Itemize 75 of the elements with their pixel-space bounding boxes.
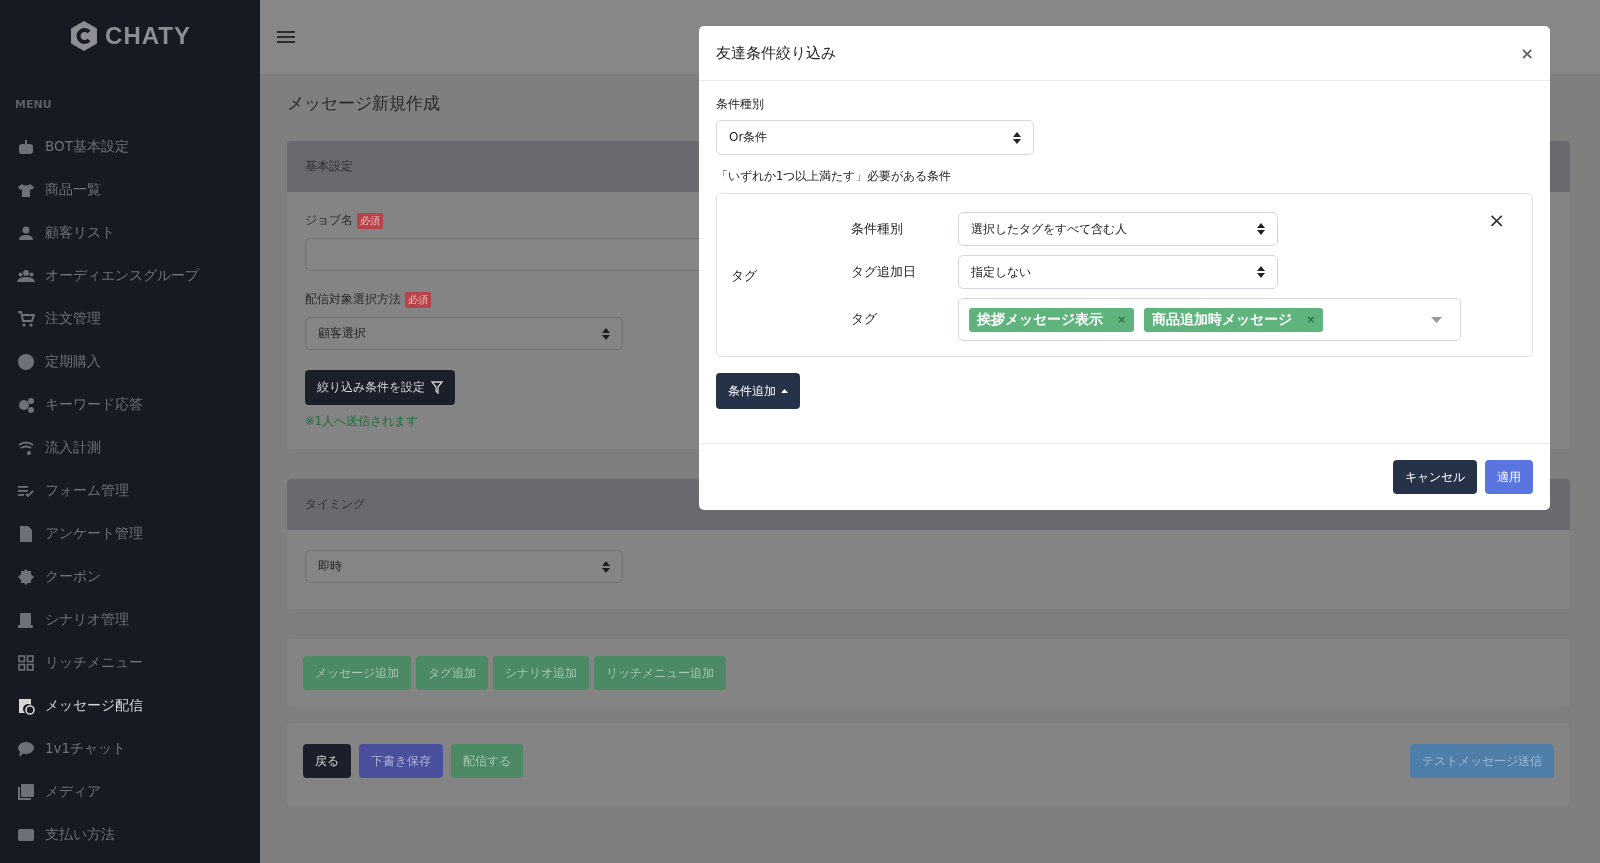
remove-condition-button[interactable]: × xyxy=(1488,210,1505,230)
sidebar-item[interactable]: 1v1チャット xyxy=(0,727,260,770)
caret-icon xyxy=(781,389,788,393)
required-badge: 必須 xyxy=(405,291,431,308)
logo-text: CHATY xyxy=(105,22,191,50)
sidebar-item[interactable]: 顧客リスト xyxy=(0,211,260,254)
condition-description: 「いずれか1つ以上満たす」必要がある条件 xyxy=(716,169,953,184)
sidebar-item[interactable]: メッセージ配信 xyxy=(0,684,260,727)
apply-button[interactable]: 適用 xyxy=(1485,460,1533,494)
test-send-button[interactable]: テストメッセージ送信 xyxy=(1410,744,1554,778)
action-button[interactable]: 配信する xyxy=(451,744,523,778)
condition-category: タグ xyxy=(731,268,758,285)
filter-button[interactable]: 絞り込み条件を設定 xyxy=(305,370,455,405)
condition-type-select[interactable]: Or条件 xyxy=(716,120,1034,155)
sidebar-item[interactable]: フォーム管理 xyxy=(0,469,260,512)
images-icon xyxy=(17,782,35,801)
add-button[interactable]: シナリオ追加 xyxy=(493,656,589,690)
sidebar-item[interactable]: 注文管理 xyxy=(0,297,260,340)
document-icon xyxy=(17,524,35,543)
remove-tag-button[interactable]: × xyxy=(1306,313,1316,326)
badge-icon xyxy=(17,567,35,586)
required-badge: 必須 xyxy=(357,212,383,229)
sidebar-item[interactable]: メディア xyxy=(0,770,260,813)
sort-arrows-icon xyxy=(1257,223,1265,235)
sidebar-item[interactable]: シナリオ管理 xyxy=(0,598,260,641)
remove-tag-button[interactable]: × xyxy=(1117,313,1127,326)
sort-arrows-icon xyxy=(1013,131,1021,144)
recipients-note: ※1人へ送信されます xyxy=(305,414,419,429)
sort-arrows-icon xyxy=(602,560,610,573)
sidebar-item[interactable]: オーディエンスグループ xyxy=(0,254,260,297)
tag-select-field[interactable]: 挨拶メッセージ表示 × 商品追加時メッセージ × xyxy=(958,298,1461,341)
sidebar-item[interactable]: 流入計測 xyxy=(0,426,260,469)
add-button[interactable]: メッセージ追加 xyxy=(303,656,411,690)
chat-bubble-icon xyxy=(17,739,35,758)
cart-icon xyxy=(17,309,35,328)
cancel-button[interactable]: キャンセル xyxy=(1393,460,1477,494)
add-button[interactable]: タグ追加 xyxy=(416,656,488,690)
tag-chip: 挨拶メッセージ表示 × xyxy=(969,307,1135,332)
calendar-clock-icon xyxy=(17,696,35,715)
robot-icon xyxy=(17,137,35,156)
sidebar-item[interactable]: アンケート管理 xyxy=(0,512,260,555)
menu-icon[interactable] xyxy=(277,30,295,44)
condition-label: 条件種別 xyxy=(851,220,904,238)
hexagon-logo-icon xyxy=(69,20,100,52)
filter-icon xyxy=(431,381,443,394)
sidebar-item[interactable]: BOT基本設定 xyxy=(0,125,260,168)
sidebar-item[interactable]: 商品一覧 xyxy=(0,168,260,211)
field-label: 条件種別 xyxy=(716,97,765,112)
menu-section-label: MENU xyxy=(14,97,53,113)
sidebar-item[interactable]: 支払い方法 xyxy=(0,813,260,856)
dropdown-caret-icon[interactable] xyxy=(1431,316,1442,323)
circle-icon xyxy=(17,352,35,371)
add-button[interactable]: リッチメニュー追加 xyxy=(594,656,726,690)
sidebar-item[interactable]: キーワード応答 xyxy=(0,383,260,426)
select-field[interactable]: 選択したタグをすべて含む人 xyxy=(958,212,1278,246)
close-button[interactable]: × xyxy=(1520,43,1534,63)
sort-arrows-icon xyxy=(1257,266,1265,278)
action-button[interactable]: 戻る xyxy=(303,744,351,778)
action-button[interactable]: 下書き保存 xyxy=(359,744,443,778)
sidebar-item[interactable]: クーポン xyxy=(0,555,260,598)
select-field[interactable]: 即時 xyxy=(305,550,623,583)
field-label: ジョブ名 xyxy=(305,212,353,229)
tag-chip: 商品追加時メッセージ × xyxy=(1144,307,1324,332)
condition-label: タグ xyxy=(851,311,878,328)
sidebar-item[interactable]: リッチメニュー xyxy=(0,641,260,684)
sort-arrows-icon xyxy=(602,327,610,340)
field-label: 配信対象選択方法 xyxy=(305,291,401,308)
grid-icon xyxy=(17,653,35,672)
select-field[interactable]: 顧客選択 xyxy=(305,317,623,350)
condition-label: タグ追加日 xyxy=(851,263,917,281)
page-title: メッセージ新規作成 xyxy=(287,92,440,115)
modal-title: 友達条件絞り込み xyxy=(716,43,836,63)
sidebar-item[interactable]: 定期購入 xyxy=(0,340,260,383)
add-condition-button[interactable]: 条件追加 xyxy=(716,373,800,409)
select-field[interactable]: 指定しない xyxy=(958,255,1278,289)
